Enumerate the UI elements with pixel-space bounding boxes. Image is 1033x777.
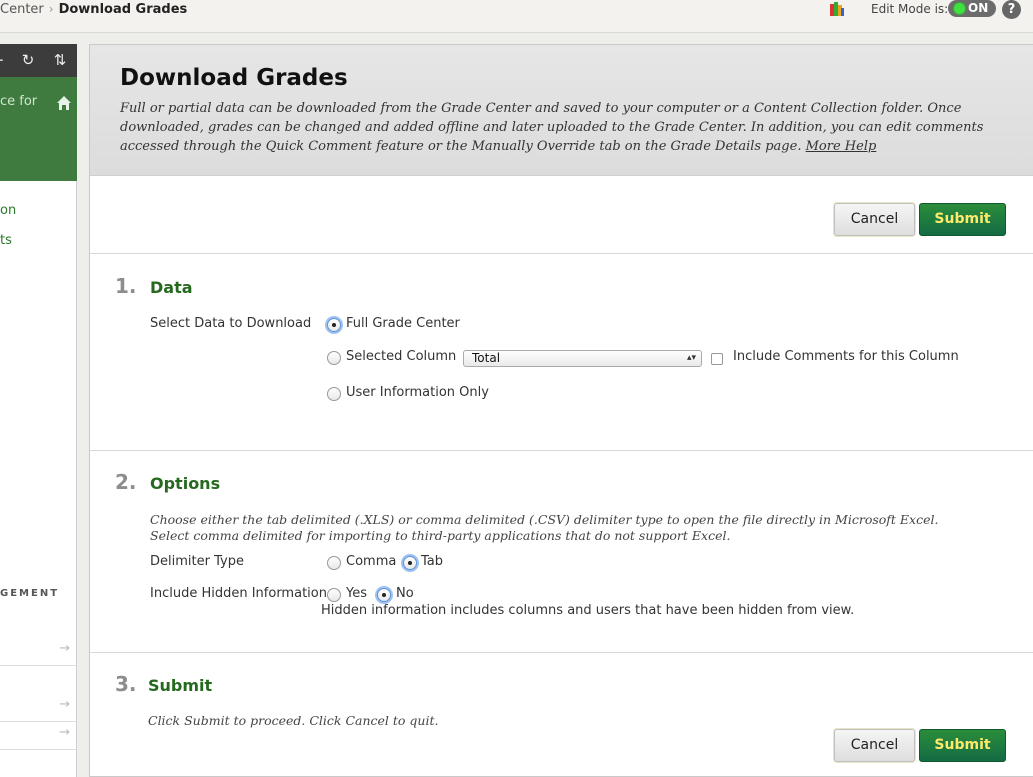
step-number: 1. xyxy=(115,274,137,298)
add-menu-item-icon[interactable]: + xyxy=(0,48,10,72)
submit-note: Click Submit to proceed. Click Cancel to… xyxy=(148,713,439,728)
arrow-right-icon: → xyxy=(59,725,70,740)
breadcrumb-separator: › xyxy=(48,2,54,16)
step-number: 2. xyxy=(115,470,137,494)
course-title[interactable]: ce for xyxy=(0,94,37,109)
breadcrumb-current: Download Grades xyxy=(58,2,188,17)
full-grade-center-label[interactable]: Full Grade Center xyxy=(346,316,460,331)
selected-column-radio[interactable] xyxy=(327,351,341,365)
include-comments-checkbox[interactable] xyxy=(711,353,723,365)
course-title-block: ce for xyxy=(0,77,77,181)
help-icon[interactable]: ? xyxy=(1002,0,1021,19)
user-information-only-label[interactable]: User Information Only xyxy=(346,385,489,400)
sidebar-link[interactable]: on xyxy=(0,203,16,218)
page-title: Download Grades xyxy=(120,65,348,91)
tab-radio[interactable] xyxy=(403,556,417,570)
breadcrumb-grade-center[interactable]: Center xyxy=(0,2,44,17)
user-information-only-radio[interactable] xyxy=(327,387,341,401)
course-menu-sidebar: + ↻ ⇅ ce for on ts GEMENT → → → xyxy=(0,44,77,777)
step-title-data: Data xyxy=(150,278,193,297)
sidebar-management-row[interactable]: → xyxy=(0,638,76,666)
breadcrumb: Center › Download Grades xyxy=(0,2,187,17)
step-number: 3. xyxy=(115,672,137,696)
comma-radio[interactable] xyxy=(327,556,341,570)
more-help-link[interactable]: More Help xyxy=(806,139,877,154)
hidden-no-label[interactable]: No xyxy=(396,586,414,601)
cancel-button-bottom[interactable]: Cancel xyxy=(834,729,915,762)
step-title-submit: Submit xyxy=(148,676,213,695)
select-arrows-icon: ▴▾ xyxy=(686,353,696,363)
submit-button-bottom[interactable]: Submit xyxy=(919,729,1006,762)
edit-mode-toggle[interactable]: ON xyxy=(948,0,996,17)
select-data-label: Select Data to Download xyxy=(150,316,312,331)
comma-label[interactable]: Comma xyxy=(346,554,396,569)
hidden-no-radio[interactable] xyxy=(377,588,391,602)
section-divider xyxy=(90,652,1033,653)
selected-column-label[interactable]: Selected Column xyxy=(346,349,456,364)
tab-label[interactable]: Tab xyxy=(421,554,443,569)
column-select-value: Total xyxy=(472,351,501,365)
refresh-icon[interactable]: ↻ xyxy=(16,48,40,72)
full-grade-center-radio[interactable] xyxy=(327,318,341,332)
include-comments-label[interactable]: Include Comments for this Column xyxy=(733,349,959,364)
sidebar-management-row[interactable]: → xyxy=(0,722,76,750)
management-heading: GEMENT xyxy=(0,588,60,599)
hidden-yes-radio[interactable] xyxy=(327,588,341,602)
delimiter-type-label: Delimiter Type xyxy=(150,554,244,569)
submit-button[interactable]: Submit xyxy=(919,203,1006,236)
status-indicator-icon xyxy=(954,3,965,14)
home-icon[interactable] xyxy=(56,95,72,111)
column-select[interactable]: Total ▴▾ xyxy=(463,350,702,367)
include-hidden-label: Include Hidden Information xyxy=(150,586,327,601)
sidebar-management-row[interactable]: → xyxy=(0,694,76,722)
section-divider xyxy=(90,450,1033,451)
reorder-icon[interactable]: ⇅ xyxy=(48,48,72,72)
course-menu-toolbar: + ↻ ⇅ xyxy=(0,44,77,77)
arrow-right-icon: → xyxy=(59,697,70,712)
step-title-options: Options xyxy=(150,474,221,493)
page-header: Download Grades Full or partial data can… xyxy=(90,45,1033,176)
edit-mode-state: ON xyxy=(968,1,989,15)
section-divider xyxy=(90,253,1033,254)
sidebar-link[interactable]: ts xyxy=(0,233,12,248)
edit-mode-label: Edit Mode is: xyxy=(871,2,949,16)
delimiter-note: Choose either the tab delimited (.XLS) o… xyxy=(150,512,939,543)
theme-palette-icon[interactable] xyxy=(829,2,845,16)
arrow-right-icon: → xyxy=(59,641,70,656)
cancel-button[interactable]: Cancel xyxy=(834,203,915,236)
top-bar: Center › Download Grades Edit Mode is: ON … xyxy=(0,0,1033,33)
hidden-info-note: Hidden information includes columns and … xyxy=(321,603,855,618)
hidden-yes-label[interactable]: Yes xyxy=(346,586,367,601)
page-description: Full or partial data can be downloaded f… xyxy=(120,99,1000,156)
main-content-panel: Download Grades Full or partial data can… xyxy=(89,44,1033,777)
